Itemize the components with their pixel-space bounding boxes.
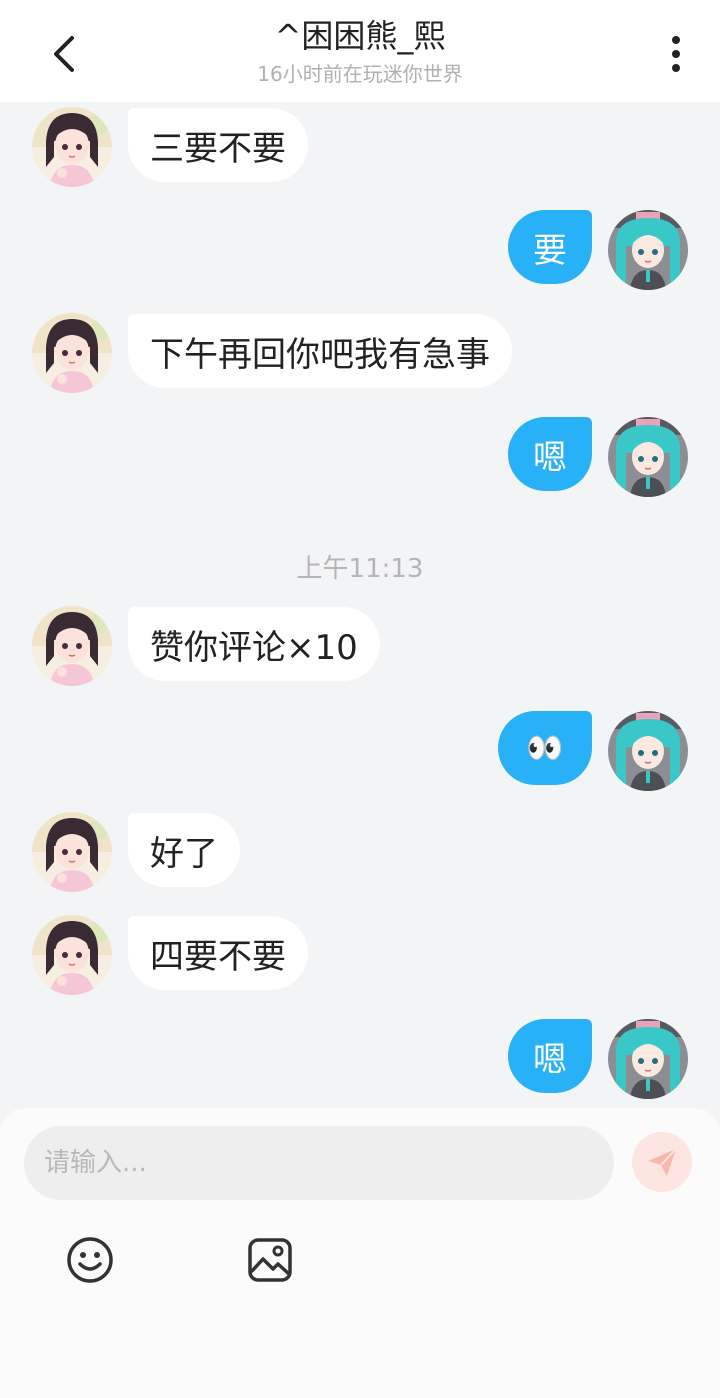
image-icon xyxy=(248,1238,292,1282)
more-vertical-icon xyxy=(672,36,680,72)
incoming-message: 四要不要 xyxy=(128,916,308,990)
outgoing-message: 嗯 xyxy=(508,1019,592,1093)
contact-name: ^困困熊_熙 xyxy=(274,17,446,55)
input-panel xyxy=(0,1108,720,1398)
contact-avatar[interactable] xyxy=(32,606,112,686)
message-timestamp: 上午11:13 xyxy=(296,554,424,584)
image-button[interactable] xyxy=(244,1234,296,1286)
incoming-message: 下午再回你吧我有急事 xyxy=(128,314,512,388)
send-button[interactable] xyxy=(632,1132,692,1192)
incoming-message: 好了 xyxy=(128,813,240,887)
eyes-emoji: 👀 xyxy=(526,730,564,766)
incoming-message: 赞你评论×10 xyxy=(128,607,380,681)
contact-avatar[interactable] xyxy=(32,107,112,187)
contact-status: 16小时前在玩迷你世界 xyxy=(257,62,463,86)
contact-avatar[interactable] xyxy=(32,313,112,393)
my-avatar[interactable] xyxy=(608,711,688,791)
more-options-button[interactable] xyxy=(656,30,696,78)
outgoing-message: 嗯 xyxy=(508,417,592,491)
smiley-icon xyxy=(67,1237,113,1283)
outgoing-emoji-message: 👀 xyxy=(498,711,592,785)
my-avatar[interactable] xyxy=(608,417,688,497)
contact-avatar[interactable] xyxy=(32,915,112,995)
paper-plane-icon xyxy=(648,1148,677,1176)
my-avatar[interactable] xyxy=(608,1019,688,1099)
incoming-message: 三要不要 xyxy=(128,108,308,182)
outgoing-message: 要 xyxy=(508,210,592,284)
message-input[interactable] xyxy=(24,1126,614,1200)
contact-avatar[interactable] xyxy=(32,812,112,892)
chat-header: ^困困熊_熙 16小时前在玩迷你世界 xyxy=(0,0,720,102)
my-avatar[interactable] xyxy=(608,210,688,290)
emoji-button[interactable] xyxy=(64,1234,116,1286)
